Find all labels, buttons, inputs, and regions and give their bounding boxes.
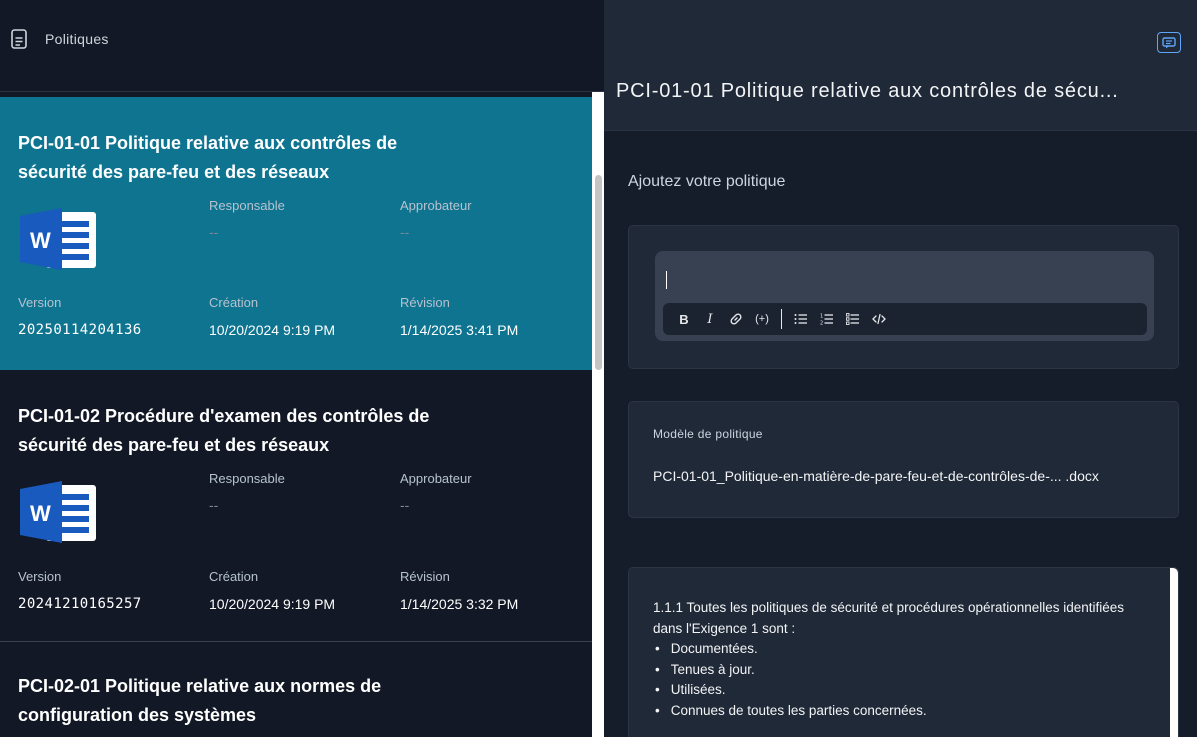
template-file-link[interactable]: PCI-01-01_Politique-en-matière-de-pare-f… xyxy=(653,468,1099,484)
policy-list-scrollbar-thumb[interactable] xyxy=(595,175,602,370)
policy-content-list: Documentées. Tenues à jour. Utilisées. C… xyxy=(653,639,1133,721)
link-button[interactable] xyxy=(723,307,749,331)
policy-template-panel: Modèle de politique PCI-01-01_Politique-… xyxy=(628,401,1179,518)
creation-value: 10/20/2024 9:19 PM xyxy=(209,596,336,612)
policy-editor-panel: B I (+) 1 2 xyxy=(628,225,1179,369)
comment-button[interactable] xyxy=(1157,32,1181,53)
version-label: Version xyxy=(18,295,62,310)
rich-text-editor[interactable]: B I (+) 1 2 xyxy=(655,251,1154,341)
policy-card[interactable]: PCI-02-01 Politique relative aux normes … xyxy=(0,642,592,737)
responsable-label: Responsable xyxy=(209,471,285,486)
code-icon xyxy=(872,313,886,325)
responsable-label: Responsable xyxy=(209,198,285,213)
svg-text:W: W xyxy=(30,228,51,253)
version-label: Version xyxy=(18,569,62,584)
bold-button[interactable]: B xyxy=(671,307,697,331)
word-document-icon: W xyxy=(20,481,96,543)
text-caret xyxy=(666,271,667,289)
code-button[interactable] xyxy=(866,307,892,331)
svg-text:1: 1 xyxy=(820,314,823,320)
add-policy-label: Ajoutez votre politique xyxy=(628,173,786,190)
list-item: Connues de toutes les parties concernées… xyxy=(653,701,1133,722)
insert-variable-button[interactable]: (+) xyxy=(749,307,775,331)
policy-detail-panel: PCI-01-01 Politique relative aux contrôl… xyxy=(604,0,1197,737)
comment-icon xyxy=(1162,36,1176,48)
policy-card-title: PCI-01-01 Politique relative aux contrôl… xyxy=(18,133,398,182)
policy-card[interactable]: PCI-01-02 Procédure d'examen des contrôl… xyxy=(0,370,592,642)
document-icon xyxy=(11,29,27,49)
policy-content-panel: 1.1.1 Toutes les politiques de sécurité … xyxy=(628,567,1179,737)
creation-label: Création xyxy=(209,295,259,310)
responsable-value: -- xyxy=(209,497,219,513)
policy-content-intro: 1.1.1 Toutes les politiques de sécurité … xyxy=(653,600,1125,636)
revision-label: Révision xyxy=(400,295,450,310)
approbateur-value: -- xyxy=(400,224,410,240)
revision-value: 1/14/2025 3:32 PM xyxy=(400,596,519,612)
list-item: Documentées. xyxy=(653,639,1133,660)
editor-toolbar: B I (+) 1 2 xyxy=(663,303,1147,335)
ordered-list-icon: 1 2 xyxy=(820,314,833,326)
approbateur-label: Approbateur xyxy=(400,471,472,486)
template-label: Modèle de politique xyxy=(653,427,763,441)
revision-value: 1/14/2025 3:41 PM xyxy=(400,322,519,338)
list-item: Utilisées. xyxy=(653,680,1133,701)
policy-detail-header: PCI-01-01 Politique relative aux contrôl… xyxy=(604,0,1197,131)
word-document-icon: W xyxy=(20,208,96,270)
creation-label: Création xyxy=(209,569,259,584)
toolbar-separator xyxy=(781,309,782,329)
task-list-button[interactable] xyxy=(840,307,866,331)
svg-text:W: W xyxy=(30,501,51,526)
policy-list-header: Politiques xyxy=(0,0,604,92)
svg-text:2: 2 xyxy=(820,321,823,326)
policy-list-title: Politiques xyxy=(45,31,109,47)
policy-card-title: PCI-02-01 Politique relative aux normes … xyxy=(18,676,382,725)
policy-detail-title: PCI-01-01 Politique relative aux contrôl… xyxy=(616,80,1119,102)
approbateur-value: -- xyxy=(400,497,410,513)
responsable-value: -- xyxy=(209,224,219,240)
approbateur-label: Approbateur xyxy=(400,198,472,213)
creation-value: 10/20/2024 9:19 PM xyxy=(209,322,336,338)
italic-button[interactable]: I xyxy=(697,307,723,331)
bullet-list-icon xyxy=(794,314,807,324)
version-value: 20250114204136 xyxy=(18,322,142,338)
link-icon xyxy=(730,313,742,325)
version-value: 20241210165257 xyxy=(18,596,142,612)
policy-list-panel: Politiques PCI-01-01 Politique relative … xyxy=(0,0,604,737)
list-item: Tenues à jour. xyxy=(653,660,1133,681)
bullet-list-button[interactable] xyxy=(788,307,814,331)
revision-label: Révision xyxy=(400,569,450,584)
policy-card-title: PCI-01-02 Procédure d'examen des contrôl… xyxy=(18,406,430,455)
content-scrollbar[interactable] xyxy=(1170,568,1178,737)
policy-content: 1.1.1 Toutes les politiques de sécurité … xyxy=(653,598,1133,721)
ordered-list-button[interactable]: 1 2 xyxy=(814,307,840,331)
policy-card-selected[interactable]: PCI-01-01 Politique relative aux contrôl… xyxy=(0,97,592,370)
task-list-icon xyxy=(846,313,859,325)
